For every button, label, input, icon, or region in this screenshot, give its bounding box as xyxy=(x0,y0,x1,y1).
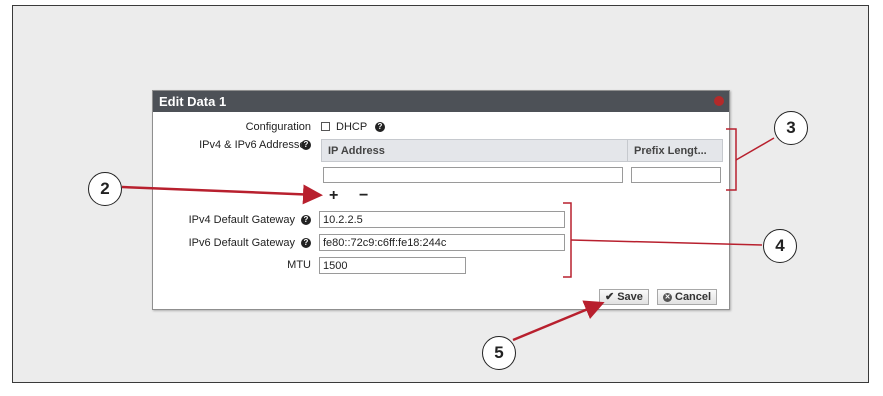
callout-4-bracket xyxy=(563,202,572,278)
callout-5: 5 xyxy=(482,336,516,370)
callout-3-line xyxy=(735,137,775,161)
callout-2-arrow xyxy=(121,184,323,205)
callout-3-bracket xyxy=(726,128,737,191)
callout-3: 3 xyxy=(774,111,808,145)
annotation-overlay xyxy=(121,128,775,342)
callout-4-line xyxy=(570,239,763,246)
callout-4: 4 xyxy=(763,229,797,263)
callout-2: 2 xyxy=(88,172,122,206)
callout-5-arrow xyxy=(512,300,605,342)
